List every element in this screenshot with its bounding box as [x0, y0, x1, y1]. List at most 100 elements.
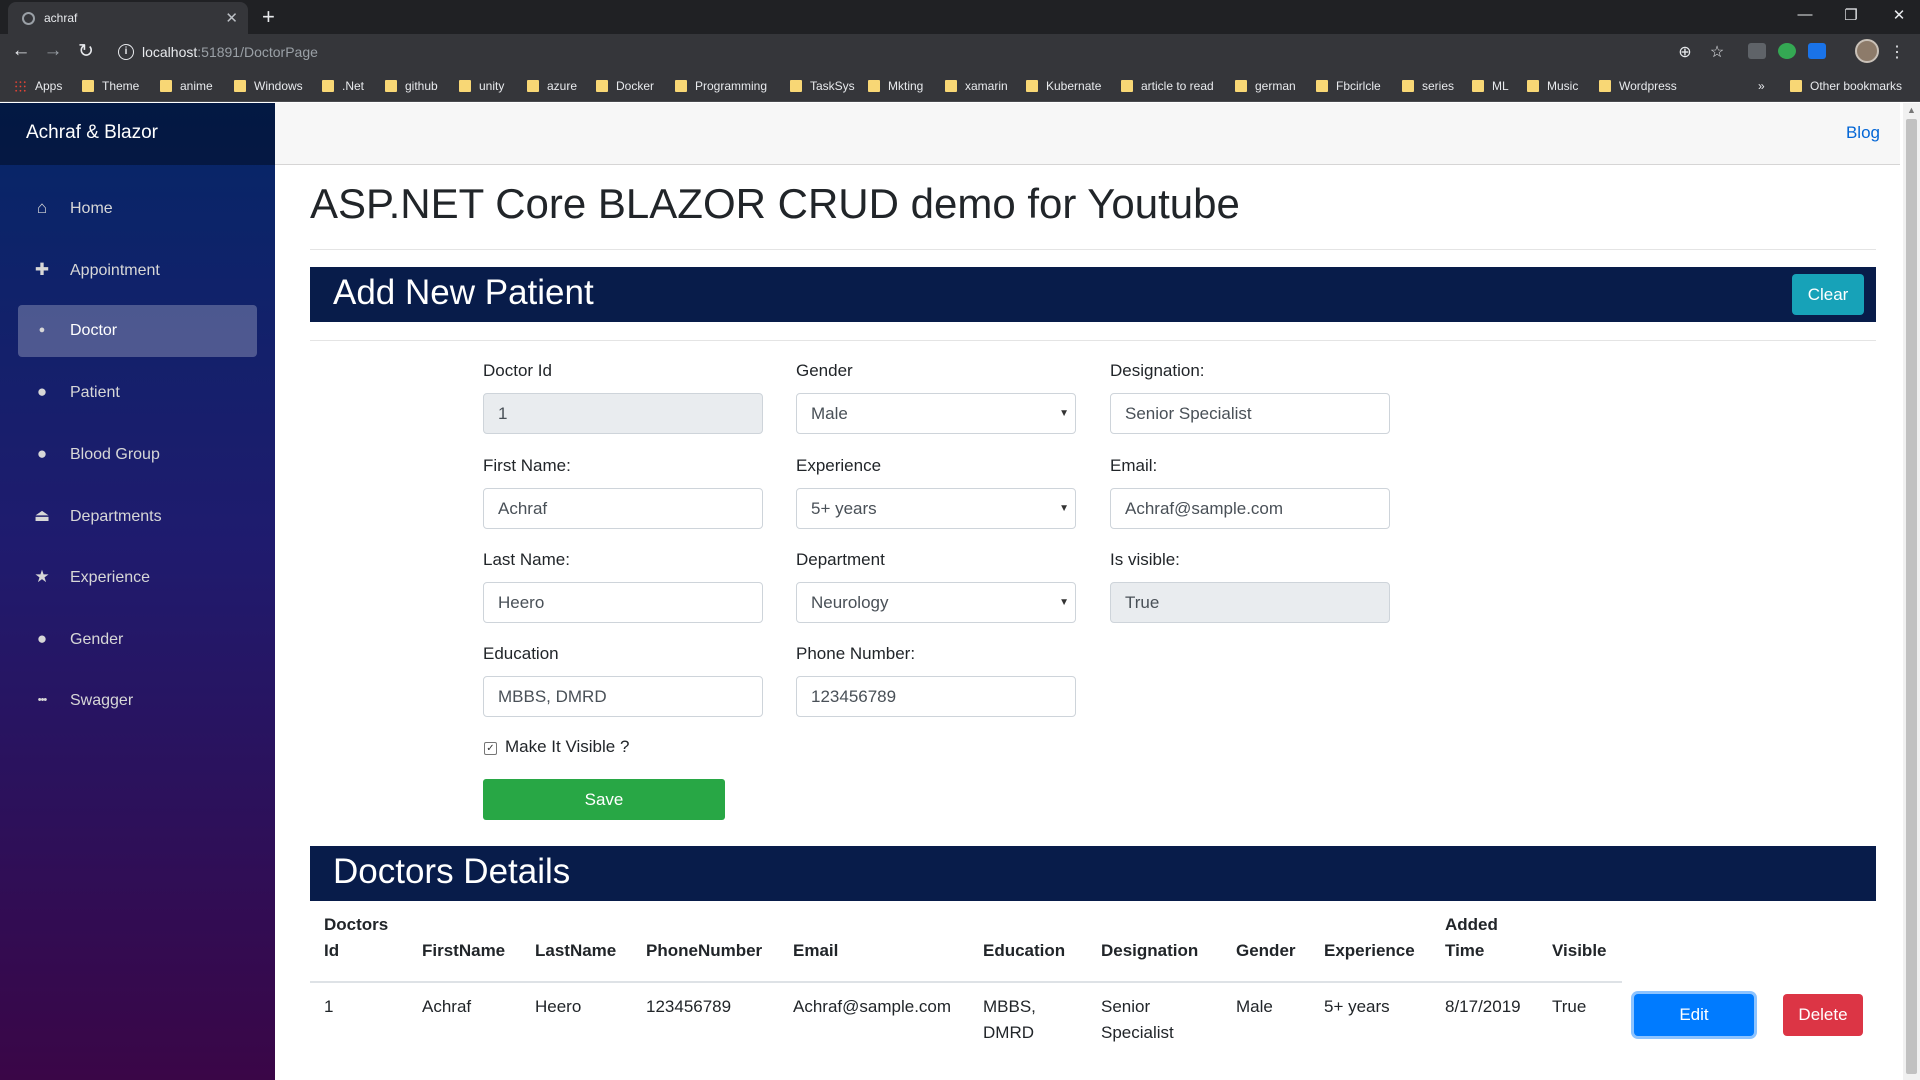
extension-new-icon[interactable]	[1808, 43, 1826, 59]
folder-icon	[82, 80, 94, 92]
back-arrow-icon[interactable]: ←	[9, 40, 33, 62]
column-header-email: Email	[793, 941, 839, 960]
bookmark-folder[interactable]: unity	[459, 78, 504, 94]
bookmark-folder[interactable]: Wordpress	[1599, 78, 1677, 94]
sidebar-item-appointment[interactable]: ✚ Appointment	[18, 245, 257, 297]
brand-title[interactable]: Achraf & Blazor	[26, 122, 158, 144]
sidebar-item-patient[interactable]: ● Patient	[18, 367, 257, 419]
table-cell-firstname: Achraf	[422, 997, 472, 1016]
bookmark-folder[interactable]: Mkting	[868, 78, 923, 94]
scrollbar-thumb[interactable]	[1906, 119, 1917, 1074]
table-title: Doctors Details	[333, 852, 571, 891]
save-button[interactable]: Save	[483, 779, 725, 820]
sidebar-item-gender[interactable]: ● Gender	[18, 614, 257, 666]
last-name-field[interactable]: Heero	[483, 582, 763, 623]
table-cell-designation: Senior Specialist	[1101, 997, 1174, 1042]
folder-icon	[868, 80, 880, 92]
bookmark-folder[interactable]: article to read	[1121, 78, 1214, 94]
tab-close-icon[interactable]: ✕	[225, 9, 238, 27]
experience-select[interactable]: 5+ years ▼	[796, 488, 1076, 529]
bookmark-folder[interactable]: Fbcirlcle	[1316, 78, 1381, 94]
blog-link[interactable]: Blog	[1846, 123, 1880, 143]
bookmark-folder[interactable]: github	[385, 78, 438, 94]
page-title: ASP.NET Core BLAZOR CRUD demo for Youtub…	[310, 180, 1240, 227]
sidebar-item-doctor[interactable]: ● Doctor	[18, 305, 257, 357]
url-text[interactable]: localhost:51891/DoctorPage	[142, 44, 318, 60]
gender-select[interactable]: Male ▼	[796, 393, 1076, 434]
sidebar-item-swagger[interactable]: ••• Swagger	[18, 675, 257, 727]
menu-kebab-icon[interactable]: ⋮	[1886, 42, 1908, 62]
sidebar-item-label: Gender	[70, 631, 124, 648]
last-name-label: Last Name:	[483, 550, 570, 569]
sidebar-item-label: Doctor	[70, 322, 118, 339]
loading-favicon-icon	[22, 12, 35, 25]
education-field[interactable]: MBBS, DMRD	[483, 676, 763, 717]
new-tab-button[interactable]: +	[262, 4, 275, 30]
first-name-field[interactable]: Achraf	[483, 488, 763, 529]
bookmark-folder[interactable]: ML	[1472, 78, 1509, 94]
make-visible-checkbox[interactable]: ✓	[484, 742, 497, 755]
minimize-button[interactable]: —	[1790, 6, 1820, 23]
bookmark-folder[interactable]: Windows	[234, 78, 303, 94]
bookmark-folder[interactable]: Programming	[675, 78, 767, 94]
clear-button[interactable]: Clear	[1792, 274, 1864, 315]
site-info-icon[interactable]: i	[118, 44, 134, 60]
edit-button[interactable]: Edit	[1634, 994, 1754, 1036]
sidebar-item-label: Experience	[70, 569, 151, 586]
address-bar[interactable]: i localhost:51891/DoctorPage	[110, 39, 1714, 66]
more-bookmarks-chevron-icon[interactable]: »	[1758, 78, 1765, 94]
bookmark-folder[interactable]: .Net	[322, 78, 364, 94]
folder-icon	[1316, 80, 1328, 92]
extension-drive-icon[interactable]	[1778, 43, 1796, 59]
zoom-icon[interactable]: ⊕	[1674, 42, 1696, 62]
bookmarks-bar: Apps Theme anime Windows .Net github uni…	[0, 70, 1920, 102]
is-visible-field[interactable]: True	[1110, 582, 1390, 623]
other-bookmarks[interactable]: Other bookmarks	[1790, 78, 1902, 94]
table-cell-education: MBBS, DMRD	[983, 997, 1036, 1042]
reload-icon[interactable]: ↻	[74, 40, 98, 63]
gender-select-value: Male	[811, 404, 848, 423]
add-patient-header: Add New Patient Clear	[310, 267, 1876, 322]
bookmark-folder[interactable]: series	[1402, 78, 1454, 94]
designation-field[interactable]: Senior Specialist	[1110, 393, 1390, 434]
bookmark-folder[interactable]: Music	[1527, 78, 1578, 94]
bookmark-apps[interactable]: Apps	[14, 78, 62, 94]
folder-icon	[790, 80, 802, 92]
sidebar-item-home[interactable]: ⌂ Home	[18, 183, 257, 235]
bookmark-folder[interactable]: Docker	[596, 78, 654, 94]
email-field[interactable]: Achraf@sample.com	[1110, 488, 1390, 529]
profile-avatar[interactable]	[1855, 39, 1879, 63]
folder-icon	[945, 80, 957, 92]
bookmark-folder[interactable]: Theme	[82, 78, 139, 94]
table-cell-lastname: Heero	[535, 997, 582, 1016]
doctor-id-field[interactable]: 1	[483, 393, 763, 434]
bookmark-star-icon[interactable]: ☆	[1706, 42, 1728, 62]
vertical-scrollbar[interactable]: ▲	[1903, 103, 1920, 1080]
scroll-up-arrow-icon[interactable]: ▲	[1907, 105, 1916, 115]
phone-field[interactable]: 123456789	[796, 676, 1076, 717]
delete-button[interactable]: Delete	[1783, 994, 1863, 1036]
sidebar-item-blood-group[interactable]: ● Blood Group	[18, 429, 257, 481]
bookmark-folder[interactable]: azure	[527, 78, 577, 94]
sidebar-item-experience[interactable]: ★ Experience	[18, 552, 257, 604]
table-header-divider	[310, 981, 1622, 983]
restore-button[interactable]: ❐	[1836, 6, 1866, 24]
top-row: Blog	[275, 103, 1900, 165]
department-select[interactable]: Neurology ▼	[796, 582, 1076, 623]
extension-mail-icon[interactable]	[1748, 43, 1766, 59]
table-cell-phonenumber: 123456789	[646, 997, 732, 1016]
column-header-firstname: FirstName	[422, 941, 506, 960]
bookmark-folder[interactable]: anime	[160, 78, 213, 94]
table-cell-visible: True	[1552, 997, 1587, 1016]
sidebar-item-label: Departments	[70, 508, 162, 525]
bookmark-folder[interactable]: xamarin	[945, 78, 1008, 94]
bookmark-folder[interactable]: german	[1235, 78, 1296, 94]
close-window-button[interactable]: ✕	[1884, 6, 1914, 24]
page-viewport: Achraf & Blazor ⌂ Home ✚ Appointment ● D…	[0, 103, 1920, 1080]
browser-tab[interactable]: achraf ✕	[8, 2, 248, 34]
sidebar-item-departments[interactable]: ⏏ Departments	[18, 491, 257, 543]
make-visible-label[interactable]: Make It Visible ?	[505, 737, 629, 757]
bookmark-folder[interactable]: Kubernate	[1026, 78, 1101, 94]
bookmark-folder[interactable]: TaskSys	[790, 78, 855, 94]
forward-arrow-icon[interactable]: →	[41, 40, 65, 62]
